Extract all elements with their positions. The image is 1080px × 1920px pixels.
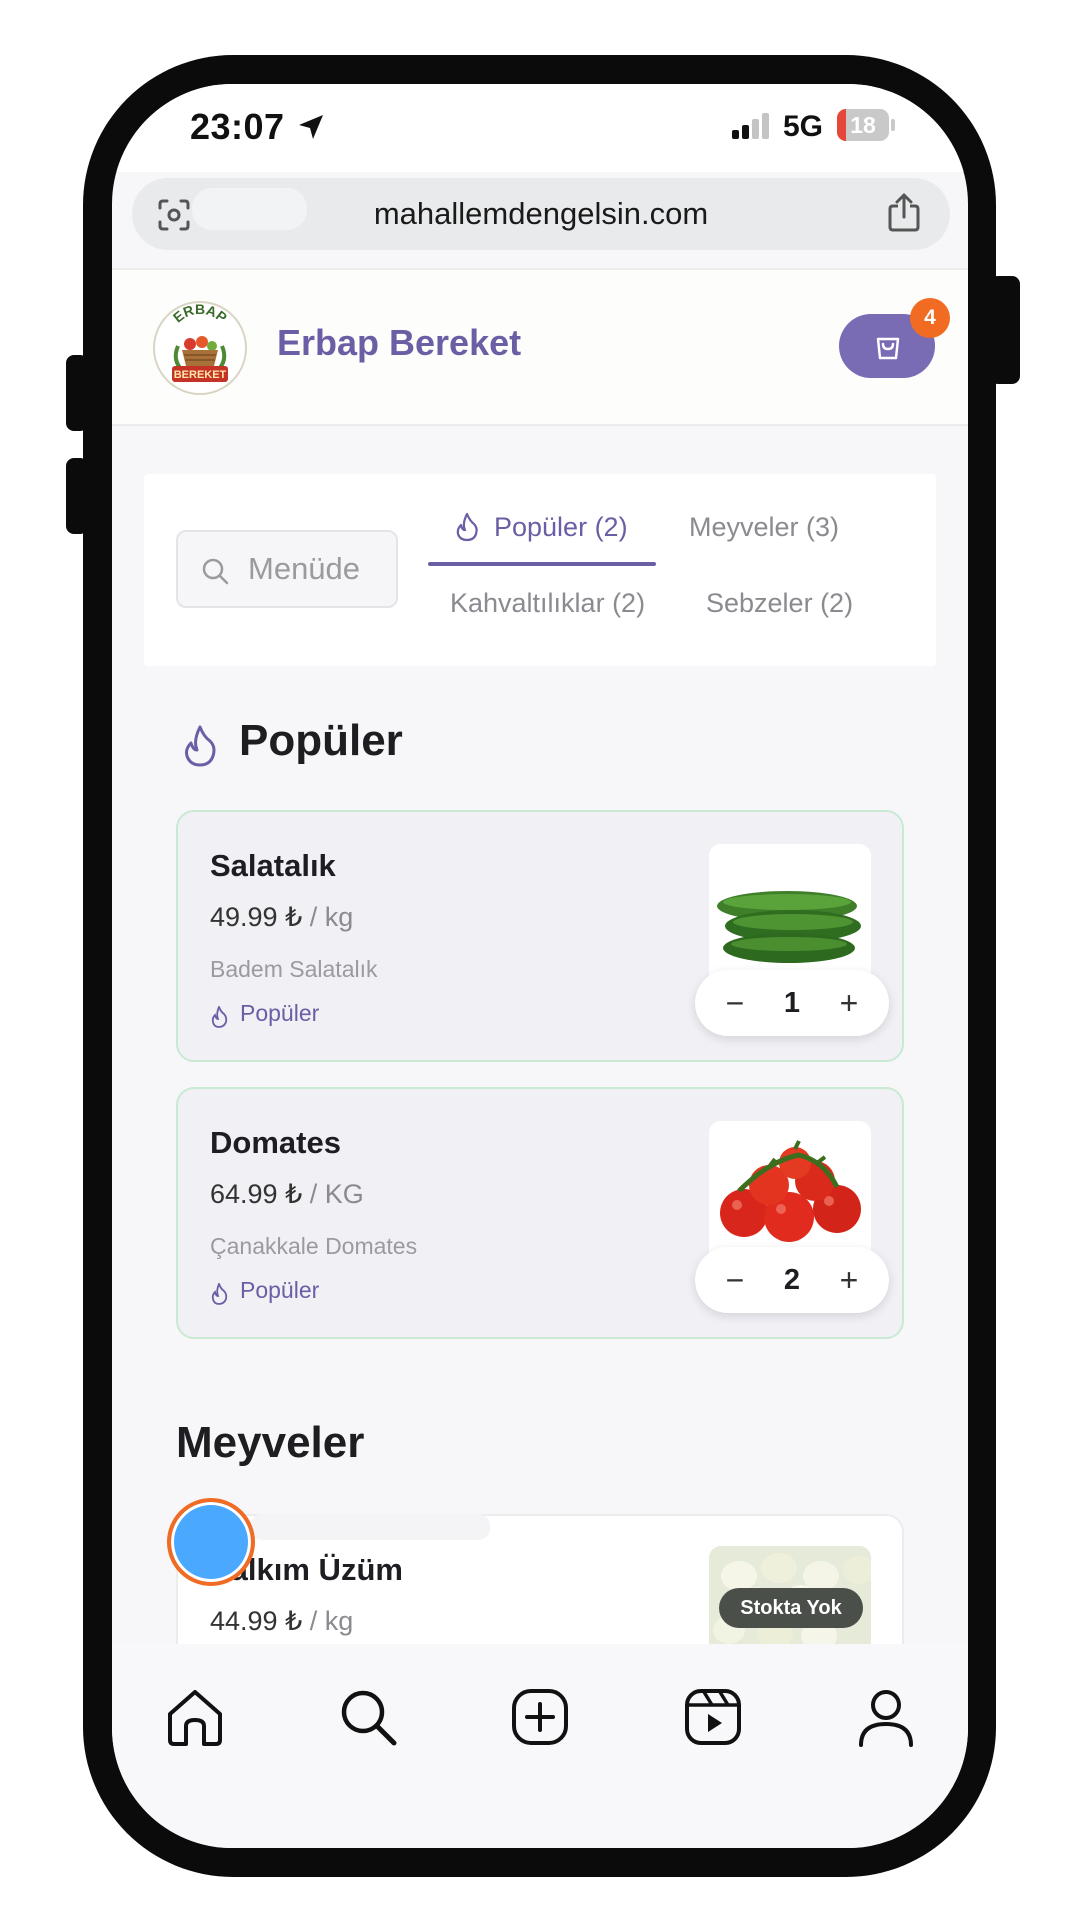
brand-name[interactable]: Erbap Bereket xyxy=(277,322,521,364)
quantity-value: 1 xyxy=(783,987,801,1019)
section-title-meyveler: Meyveler xyxy=(176,1418,365,1467)
increase-button[interactable]: + xyxy=(829,1247,869,1313)
flame-icon xyxy=(211,1283,228,1305)
tab-kahvaltiliklar[interactable]: Kahvaltılıklar (2) xyxy=(450,588,645,619)
status-time: 23:07 xyxy=(190,106,285,147)
url-text[interactable]: mahallemdengelsin.com xyxy=(132,178,950,250)
home-icon[interactable] xyxy=(164,1686,226,1748)
product-card[interactable]: Domates 64.99 ₺ / KG Çanakkale Domates P… xyxy=(176,1087,904,1339)
power-button xyxy=(990,276,1020,384)
add-icon[interactable] xyxy=(509,1686,571,1748)
network-type: 5G xyxy=(783,110,824,143)
quantity-stepper: − 2 + xyxy=(695,1247,889,1313)
blur-patch xyxy=(250,1514,490,1540)
decrease-button[interactable]: − xyxy=(715,1247,755,1313)
signal-icon xyxy=(732,113,769,139)
product-description: Çanakkale Domates xyxy=(210,1233,418,1259)
status-bar: 23:07 5G 18 xyxy=(112,84,968,172)
search-icon[interactable] xyxy=(337,1686,399,1748)
volume-down-button xyxy=(66,458,88,534)
search-icon xyxy=(202,558,229,585)
quantity-stepper: − 1 + xyxy=(695,970,889,1036)
product-description: Badem Salatalık xyxy=(210,956,378,982)
active-tab-indicator xyxy=(428,562,656,566)
shopping-bag-icon xyxy=(876,337,900,360)
price-value: 44.99 ₺ xyxy=(210,1606,303,1636)
phone-screen: 23:07 5G 18 mahallemdengelsin.com ERBAP … xyxy=(112,84,968,1848)
brand-logo[interactable]: ERBAP BEREKET xyxy=(152,300,248,396)
address-bar[interactable]: mahallemdengelsin.com xyxy=(132,178,950,250)
flame-icon xyxy=(456,512,478,542)
profile-icon[interactable] xyxy=(855,1686,917,1748)
tab-sebzeler[interactable]: Sebzeler (2) xyxy=(706,588,853,619)
decrease-button[interactable]: − xyxy=(715,970,755,1036)
increase-button[interactable]: + xyxy=(829,970,869,1036)
section-title-populer: Popüler xyxy=(239,716,403,765)
floating-action-button[interactable] xyxy=(167,1498,255,1586)
site-header: ERBAP BEREKET Erbap Bereket 4 xyxy=(112,268,968,426)
product-price: 64.99 ₺ / KG xyxy=(210,1179,364,1210)
tab-meyveler[interactable]: Meyveler (3) xyxy=(689,512,839,543)
category-filter-panel: Popüler (2) Meyveler (3) Kahvaltılıklar … xyxy=(144,474,936,666)
svg-text:BEREKET: BEREKET xyxy=(174,369,227,381)
product-tag: Popüler xyxy=(240,1000,320,1026)
volume-up-button xyxy=(66,355,88,431)
product-name: Salatalık xyxy=(210,848,336,883)
out-of-stock-badge: Stokta Yok xyxy=(719,1588,863,1628)
battery-icon: 18 xyxy=(837,109,895,143)
reels-icon[interactable] xyxy=(682,1686,744,1748)
product-card[interactable]: Salatalık 49.99 ₺ / kg Badem Salatalık P… xyxy=(176,810,904,1062)
price-value: 49.99 ₺ xyxy=(210,902,303,932)
product-name: Domates xyxy=(210,1125,341,1160)
price-value: 64.99 ₺ xyxy=(210,1179,303,1209)
tab-populer[interactable]: Popüler (2) xyxy=(428,510,656,566)
menu-search-input[interactable] xyxy=(248,532,388,606)
cart-count-badge: 4 xyxy=(910,298,950,338)
battery-level: 18 xyxy=(850,112,876,138)
menu-search-box[interactable] xyxy=(176,530,398,608)
flame-icon xyxy=(185,725,216,767)
share-icon[interactable] xyxy=(886,192,922,232)
price-unit: / kg xyxy=(302,902,354,932)
quantity-value: 2 xyxy=(783,1264,801,1296)
price-unit: / kg xyxy=(302,1606,354,1636)
flame-icon xyxy=(211,1006,228,1028)
tab-label: Popüler (2) xyxy=(494,512,628,542)
product-price: 49.99 ₺ / kg xyxy=(210,902,353,933)
product-tag: Popüler xyxy=(240,1277,320,1303)
bottom-navigation xyxy=(112,1644,968,1848)
location-arrow-icon xyxy=(299,115,323,139)
price-unit: / KG xyxy=(302,1179,364,1209)
product-price: 44.99 ₺ / kg xyxy=(210,1606,353,1637)
